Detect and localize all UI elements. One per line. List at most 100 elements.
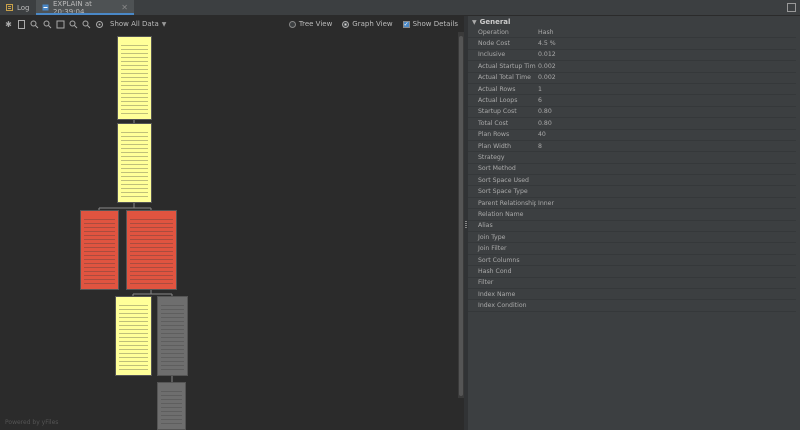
show-all-data-label: Show All Data (110, 20, 159, 28)
explain-icon (42, 4, 49, 11)
property-row[interactable]: Operation Hash (468, 27, 796, 39)
show-all-data-dropdown[interactable]: Show All Data ▼ (110, 20, 166, 28)
property-name: Sort Method (478, 165, 516, 173)
property-name: Join Filter (478, 245, 507, 253)
section-title: General (479, 18, 511, 26)
property-row[interactable]: Sort Space Type (468, 186, 796, 198)
property-name: Parent Relationship (478, 199, 536, 207)
general-section-header[interactable]: ▼ General (472, 17, 510, 27)
plan-node[interactable] (126, 210, 177, 290)
plan-graph-canvas[interactable]: Powered by yFiles (0, 32, 458, 430)
property-value: 0.80 (538, 108, 552, 116)
property-name: Hash Cond (478, 267, 512, 275)
property-value: 40 (538, 131, 546, 139)
property-name: Actual Rows (478, 85, 516, 93)
property-row[interactable]: Join Type (468, 232, 796, 244)
property-name: Actual Startup Time (478, 62, 536, 70)
settings-icon[interactable] (95, 20, 104, 29)
pin-icon[interactable]: ✱ (4, 20, 13, 29)
property-name: Node Cost (478, 40, 510, 48)
property-row[interactable]: Inclusive 0.012 (468, 50, 796, 62)
property-value: 0.012 (538, 51, 556, 59)
property-row[interactable]: Sort Columns (468, 255, 796, 267)
property-row[interactable]: Sort Method (468, 164, 796, 176)
tab-log-label: Log (17, 3, 30, 12)
property-value: 6 (538, 97, 542, 105)
property-row[interactable]: Plan Rows 40 (468, 130, 796, 141)
property-name: Alias (478, 222, 493, 230)
property-value: 0.002 (538, 74, 556, 82)
splitter-grip-icon[interactable] (465, 221, 467, 229)
fit-icon[interactable] (56, 20, 65, 29)
tab-bar: Log EXPLAIN at 20:39:04 ✕ (0, 0, 800, 16)
property-value: Inner (538, 199, 555, 207)
restore-icon[interactable] (787, 3, 796, 12)
chevron-down-icon: ▼ (161, 20, 167, 28)
graph-view-option[interactable]: Graph View (342, 20, 393, 28)
zoom-reset-icon[interactable] (69, 20, 78, 29)
property-row[interactable]: Startup Cost 0.80 (468, 107, 796, 119)
plan-node[interactable] (117, 36, 152, 120)
property-name: Join Type (478, 233, 506, 241)
export-icon[interactable] (17, 19, 26, 29)
property-value: 4.5 % (538, 40, 556, 48)
property-row[interactable]: Parent Relationship Inner (468, 198, 796, 210)
plan-node[interactable] (117, 123, 152, 203)
property-row[interactable]: Actual Startup Time 0.002 (468, 61, 796, 73)
graph-edges (98, 120, 173, 382)
property-name: Filter (478, 279, 494, 287)
tab-explain-label: EXPLAIN at 20:39:04 (53, 0, 92, 16)
property-name: Plan Rows (478, 131, 510, 139)
property-row[interactable]: Index Name (468, 289, 796, 301)
properties-panel: ▼ General Operation Hash Node Cost 4.5 % Inc… (468, 16, 800, 430)
property-value: 0.80 (538, 119, 552, 127)
properties-table: Operation Hash Node Cost 4.5 % Inclusive 0.01… (468, 27, 796, 312)
property-row[interactable]: Actual Loops 6 (468, 95, 796, 107)
scrollbar-thumb[interactable] (459, 36, 463, 396)
show-details-option[interactable]: ✓ Show Details (402, 20, 458, 28)
property-value: Hash (538, 28, 554, 36)
property-value: 8 (538, 142, 542, 150)
close-icon[interactable]: ✕ (121, 3, 128, 12)
property-name: Actual Total Time (478, 74, 531, 82)
show-details-checkbox[interactable]: ✓ (402, 20, 410, 28)
property-row[interactable]: Actual Rows 1 (468, 84, 796, 96)
property-name: Inclusive (478, 51, 506, 59)
property-name: Index Name (478, 290, 516, 298)
tree-view-radio[interactable] (288, 20, 296, 28)
property-row[interactable]: Strategy (468, 152, 796, 164)
plan-node-selected[interactable] (157, 296, 188, 376)
zoom-actual-icon[interactable] (82, 20, 91, 29)
property-name: Startup Cost (478, 108, 517, 116)
property-row[interactable]: Alias (468, 221, 796, 233)
property-row[interactable]: Total Cost 0.80 (468, 118, 796, 130)
powered-by-label: Powered by yFiles (5, 419, 59, 426)
graph-view-radio[interactable] (342, 20, 350, 28)
plan-node[interactable] (157, 382, 186, 430)
property-name: Total Cost (478, 119, 509, 127)
chevron-down-icon[interactable]: ▼ (472, 19, 477, 26)
tab-explain[interactable]: EXPLAIN at 20:39:04 ✕ (36, 0, 134, 16)
property-name: Sort Space Type (478, 188, 528, 196)
tree-view-option[interactable]: Tree View (288, 20, 332, 28)
view-options: Tree View Graph View ✓ Show Details (283, 16, 458, 32)
plan-node[interactable] (115, 296, 152, 376)
property-row[interactable]: Plan Width 8 (468, 141, 796, 153)
property-row[interactable]: Join Filter (468, 243, 796, 255)
zoom-out-icon[interactable] (43, 20, 52, 29)
property-name: Relation Name (478, 210, 524, 218)
property-row[interactable]: Actual Total Time 0.002 (468, 73, 796, 84)
property-row[interactable]: Relation Name (468, 209, 796, 221)
plan-node[interactable] (80, 210, 119, 290)
zoom-in-icon[interactable] (30, 20, 39, 29)
log-icon (6, 4, 13, 11)
property-name: Plan Width (478, 142, 512, 150)
property-name: Sort Space Used (478, 176, 529, 184)
property-row[interactable]: Sort Space Used (468, 175, 796, 187)
property-row[interactable]: Node Cost 4.5 % (468, 38, 796, 50)
property-row[interactable]: Filter (468, 278, 796, 289)
property-row[interactable]: Hash Cond (468, 266, 796, 278)
property-name: Index Condition (478, 302, 527, 310)
property-row[interactable]: Index Condition (468, 300, 796, 312)
property-value: 1 (538, 85, 542, 93)
